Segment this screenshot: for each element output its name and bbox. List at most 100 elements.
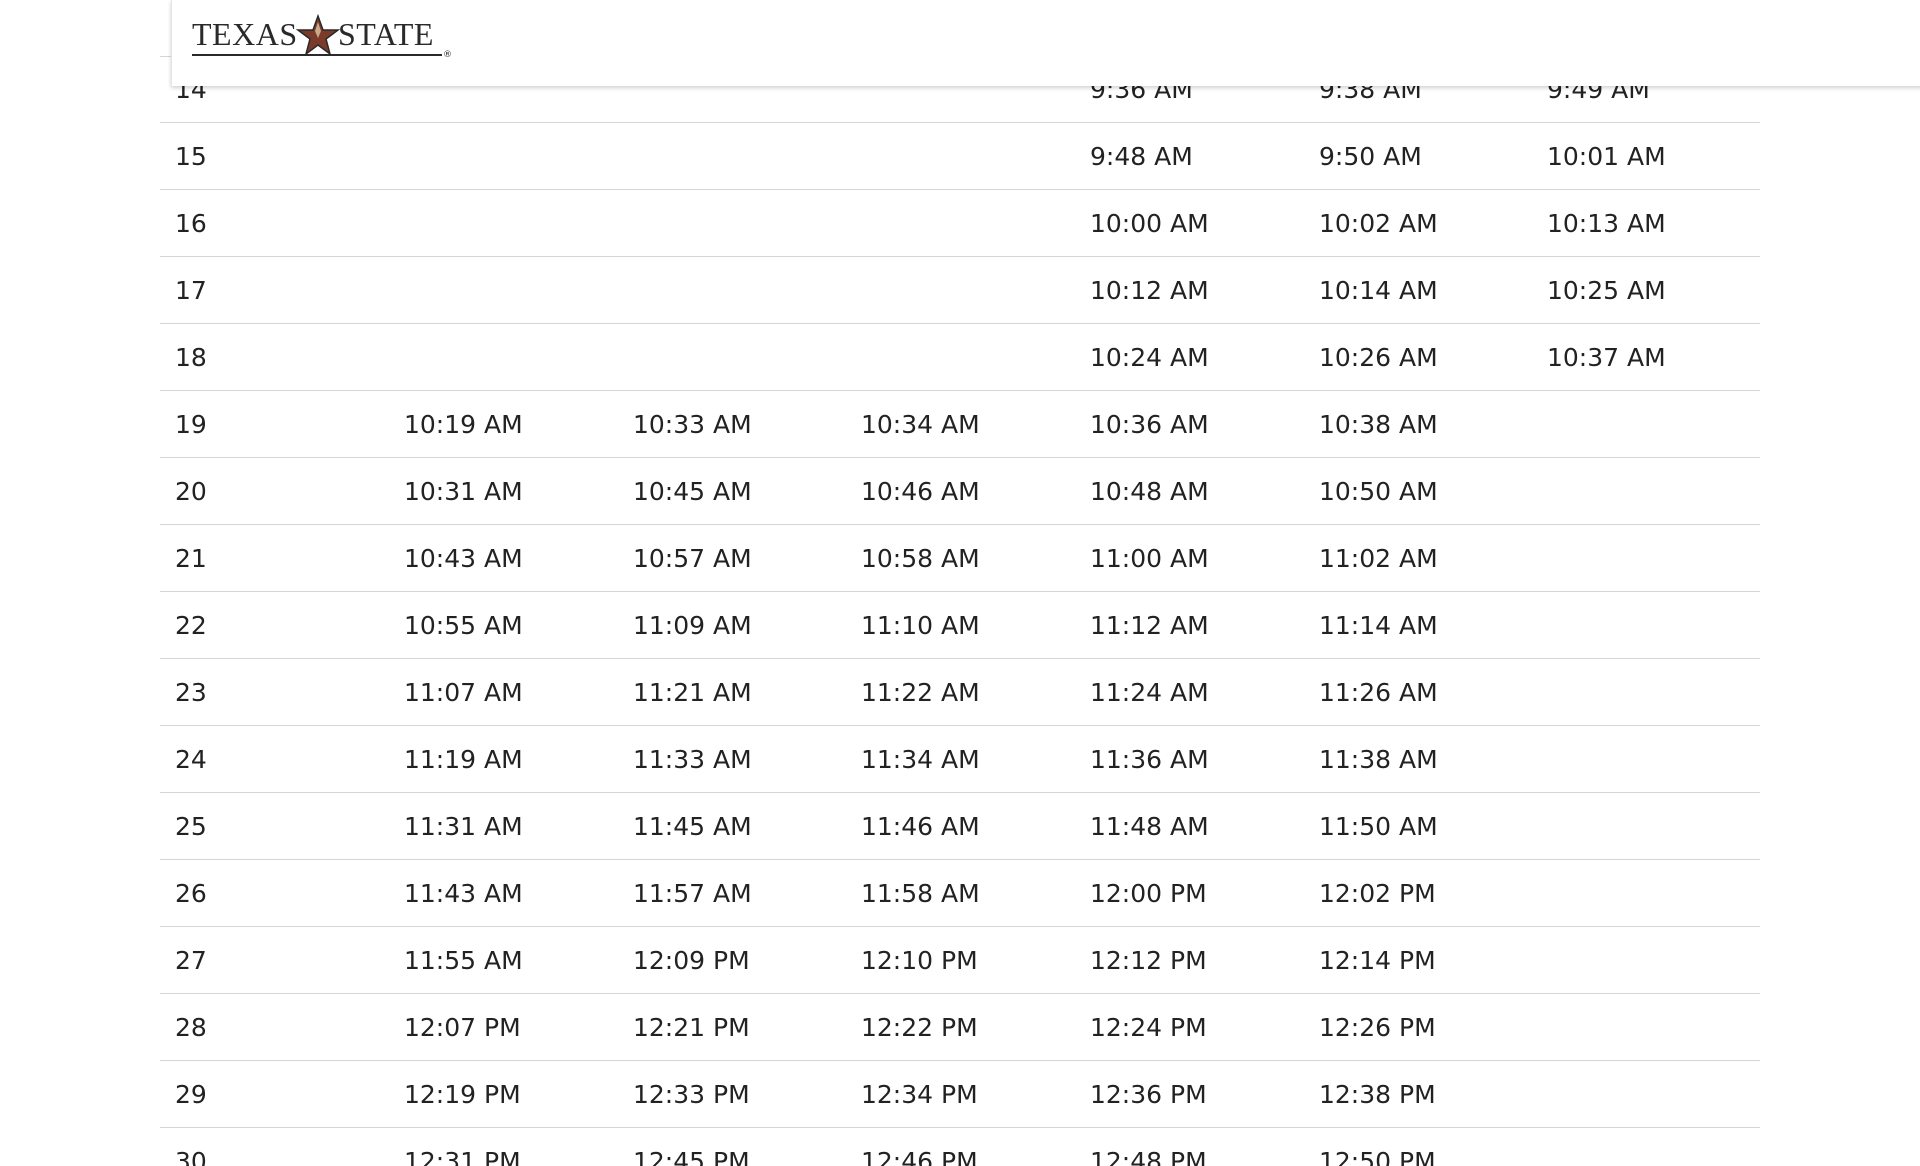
- time-cell: 10:19 AM: [404, 410, 523, 439]
- table-row: 29 12:19 PM 12:33 PM 12:34 PM 12:36 PM 12:38 …: [160, 1061, 1760, 1128]
- time-cell: 10:36 AM: [1090, 410, 1209, 439]
- time-cell: 12:46 PM: [861, 1147, 978, 1166]
- time-cell: 10:55 AM: [404, 611, 523, 640]
- time-cell: 12:50 PM: [1319, 1147, 1436, 1166]
- table-row: 26 11:43 AM 11:57 AM 11:58 AM 12:00 PM 12:02 …: [160, 860, 1760, 927]
- trip-number-cell: 15: [175, 142, 207, 171]
- trip-number-cell: 26: [175, 879, 207, 908]
- time-cell: 11:48 AM: [1090, 812, 1209, 841]
- trip-number-cell: 18: [175, 343, 207, 372]
- time-cell: 10:50 AM: [1319, 477, 1438, 506]
- site-header: TEXAS STATE ®: [171, 0, 1920, 86]
- trip-number-cell: 30: [175, 1147, 207, 1166]
- time-cell: 10:48 AM: [1090, 477, 1209, 506]
- time-cell: 11:46 AM: [861, 812, 980, 841]
- time-cell: 10:14 AM: [1319, 276, 1438, 305]
- texas-state-logo[interactable]: TEXAS STATE ®: [192, 14, 452, 64]
- time-cell: 12:21 PM: [633, 1013, 750, 1042]
- table-row: 28 12:07 PM 12:21 PM 12:22 PM 12:24 PM 12:26 …: [160, 994, 1760, 1061]
- time-cell: 12:14 PM: [1319, 946, 1436, 975]
- trip-number-cell: 25: [175, 812, 207, 841]
- time-cell: 11:07 AM: [404, 678, 523, 707]
- time-cell: 11:21 AM: [633, 678, 752, 707]
- time-cell: 12:24 PM: [1090, 1013, 1207, 1042]
- time-cell: 11:09 AM: [633, 611, 752, 640]
- time-cell: 10:26 AM: [1319, 343, 1438, 372]
- time-cell: 10:45 AM: [633, 477, 752, 506]
- time-cell: 10:25 AM: [1547, 276, 1666, 305]
- time-cell: 11:58 AM: [861, 879, 980, 908]
- time-cell: 11:02 AM: [1319, 544, 1438, 573]
- time-cell: 12:36 PM: [1090, 1080, 1207, 1109]
- trip-number-cell: 27: [175, 946, 207, 975]
- time-cell: 11:50 AM: [1319, 812, 1438, 841]
- time-cell: 11:22 AM: [861, 678, 980, 707]
- time-cell: 11:10 AM: [861, 611, 980, 640]
- time-cell: 11:12 AM: [1090, 611, 1209, 640]
- time-cell: 10:58 AM: [861, 544, 980, 573]
- logo-registered-mark: ®: [443, 50, 452, 60]
- time-cell: 11:45 AM: [633, 812, 752, 841]
- table-row: 21 10:43 AM 10:57 AM 10:58 AM 11:00 AM 11:02 …: [160, 525, 1760, 592]
- time-cell: 10:31 AM: [404, 477, 523, 506]
- table-row: 23 11:07 AM 11:21 AM 11:22 AM 11:24 AM 11:26 …: [160, 659, 1760, 726]
- trip-number-cell: 20: [175, 477, 207, 506]
- table-row: 30 12:31 PM 12:45 PM 12:46 PM 12:48 PM 12:50 …: [160, 1128, 1760, 1166]
- time-cell: 11:31 AM: [404, 812, 523, 841]
- time-cell: 12:38 PM: [1319, 1080, 1436, 1109]
- time-cell: 12:19 PM: [404, 1080, 521, 1109]
- time-cell: 11:33 AM: [633, 745, 752, 774]
- time-cell: 11:26 AM: [1319, 678, 1438, 707]
- trip-number-cell: 23: [175, 678, 207, 707]
- time-cell: 10:33 AM: [633, 410, 752, 439]
- table-row: 25 11:31 AM 11:45 AM 11:46 AM 11:48 AM 11:50 …: [160, 793, 1760, 860]
- time-cell: 10:13 AM: [1547, 209, 1666, 238]
- time-cell: 11:55 AM: [404, 946, 523, 975]
- logo-text-texas: TEXAS: [192, 16, 298, 52]
- time-cell: 12:09 PM: [633, 946, 750, 975]
- table-row: 17 10:12 AM 10:14 AM 10:25 AM: [160, 257, 1760, 324]
- time-cell: 11:19 AM: [404, 745, 523, 774]
- trip-number-cell: 29: [175, 1080, 207, 1109]
- time-cell: 12:31 PM: [404, 1147, 521, 1166]
- table-row: 24 11:19 AM 11:33 AM 11:34 AM 11:36 AM 11:38 …: [160, 726, 1760, 793]
- time-cell: 9:50 AM: [1319, 142, 1422, 171]
- time-cell: 11:00 AM: [1090, 544, 1209, 573]
- time-cell: 11:57 AM: [633, 879, 752, 908]
- trip-number-cell: 16: [175, 209, 207, 238]
- trip-number-cell: 21: [175, 544, 207, 573]
- time-cell: 10:12 AM: [1090, 276, 1209, 305]
- time-cell: 10:01 AM: [1547, 142, 1666, 171]
- trip-number-cell: 22: [175, 611, 207, 640]
- time-cell: 10:43 AM: [404, 544, 523, 573]
- time-cell: 9:48 AM: [1090, 142, 1193, 171]
- time-cell: 10:02 AM: [1319, 209, 1438, 238]
- time-cell: 11:14 AM: [1319, 611, 1438, 640]
- time-cell: 12:10 PM: [861, 946, 978, 975]
- time-cell: 11:43 AM: [404, 879, 523, 908]
- time-cell: 10:37 AM: [1547, 343, 1666, 372]
- table-row: 27 11:55 AM 12:09 PM 12:10 PM 12:12 PM 12:14 …: [160, 927, 1760, 994]
- table-row: 16 10:00 AM 10:02 AM 10:13 AM: [160, 190, 1760, 257]
- time-cell: 12:33 PM: [633, 1080, 750, 1109]
- time-cell: 10:24 AM: [1090, 343, 1209, 372]
- time-cell: 12:00 PM: [1090, 879, 1207, 908]
- trip-number-cell: 28: [175, 1013, 207, 1042]
- time-cell: 12:02 PM: [1319, 879, 1436, 908]
- time-cell: 12:07 PM: [404, 1013, 521, 1042]
- trip-number-cell: 24: [175, 745, 207, 774]
- trip-number-cell: 17: [175, 276, 207, 305]
- time-cell: 11:36 AM: [1090, 745, 1209, 774]
- time-cell: 12:34 PM: [861, 1080, 978, 1109]
- time-cell: 12:22 PM: [861, 1013, 978, 1042]
- table-row: 20 10:31 AM 10:45 AM 10:46 AM 10:48 AM 10:50 …: [160, 458, 1760, 525]
- time-cell: 11:38 AM: [1319, 745, 1438, 774]
- logo-text-state: STATE: [338, 16, 434, 52]
- table-row: 18 10:24 AM 10:26 AM 10:37 AM: [160, 324, 1760, 391]
- trip-number-cell: 19: [175, 410, 207, 439]
- time-cell: 10:34 AM: [861, 410, 980, 439]
- time-cell: 11:34 AM: [861, 745, 980, 774]
- time-cell: 10:38 AM: [1319, 410, 1438, 439]
- table-row: 15 9:48 AM 9:50 AM 10:01 AM: [160, 123, 1760, 190]
- star-icon: [296, 14, 340, 56]
